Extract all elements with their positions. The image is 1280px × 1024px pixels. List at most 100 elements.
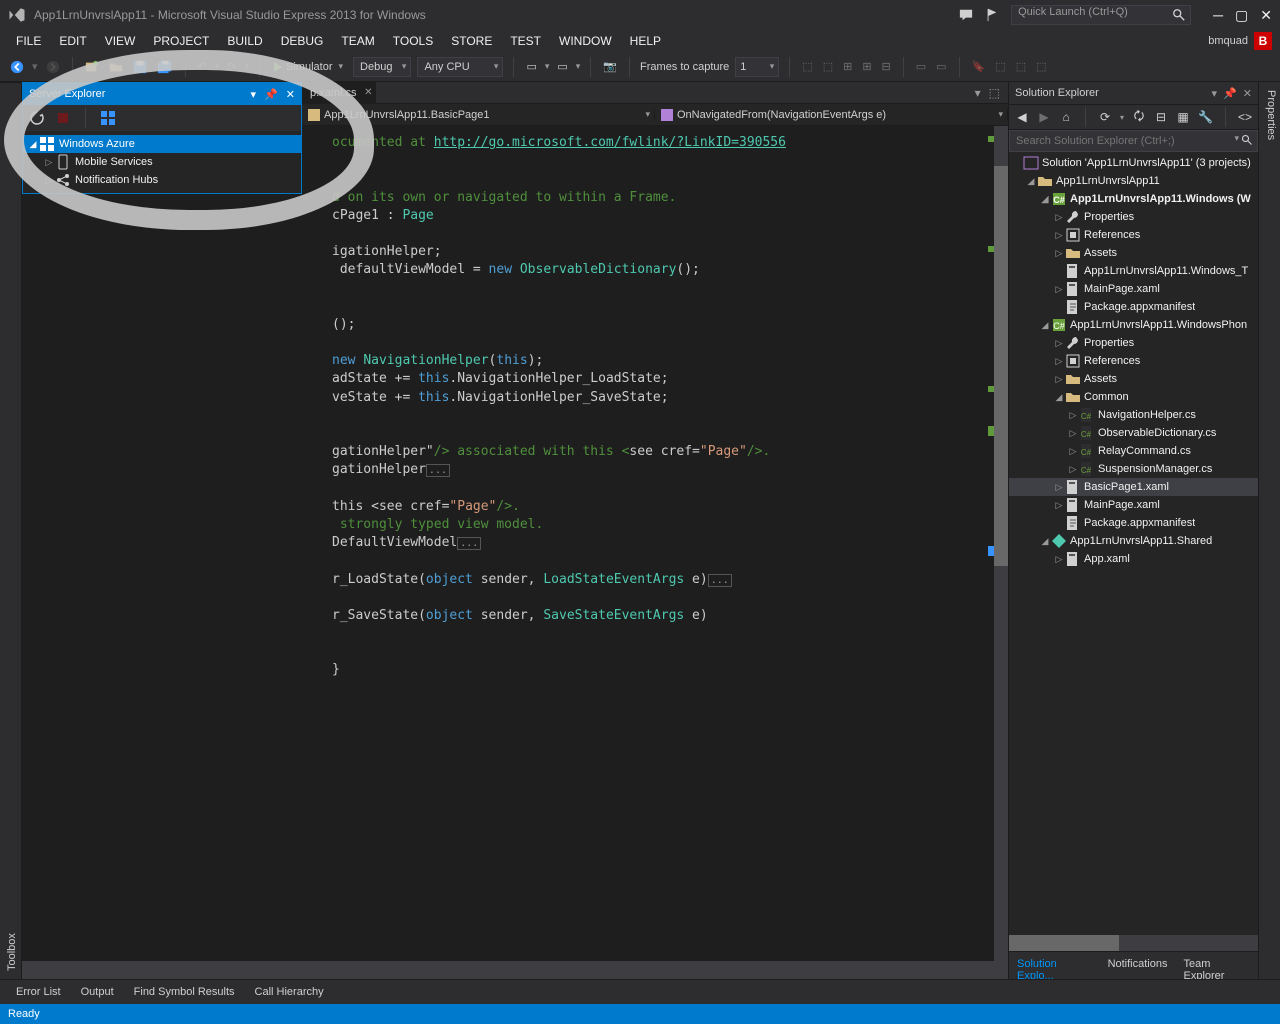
- maximize-button[interactable]: ▢: [1235, 7, 1248, 24]
- solution-item[interactable]: ▷C#RelayCommand.cs: [1009, 442, 1258, 460]
- refresh-icon[interactable]: 🗘: [1132, 109, 1146, 125]
- close-icon[interactable]: ✕: [286, 88, 295, 101]
- solution-item[interactable]: Package.appxmanifest: [1009, 298, 1258, 316]
- menu-debug[interactable]: DEBUG: [273, 32, 332, 50]
- save-all-icon[interactable]: [155, 58, 175, 76]
- preview-icon[interactable]: <>: [1238, 109, 1252, 125]
- solution-item[interactable]: ◢App1LrnUnvrslApp11.Shared: [1009, 532, 1258, 550]
- menu-file[interactable]: FILE: [8, 32, 49, 50]
- tree-item[interactable]: ▷Mobile Services: [23, 153, 301, 171]
- toolbox-tab[interactable]: Toolbox: [3, 82, 21, 979]
- solution-item[interactable]: ▷C#NavigationHelper.cs: [1009, 406, 1258, 424]
- back-icon[interactable]: ◀: [1015, 109, 1029, 125]
- solution-search[interactable]: ▾: [1009, 130, 1258, 152]
- panel-title-bar[interactable]: Server Explorer ▾ 📌 ✕: [23, 83, 301, 105]
- code-editor[interactable]: ocumented at http://go.microsoft.com/fwl…: [22, 126, 1008, 961]
- menu-help[interactable]: HELP: [622, 32, 669, 50]
- menu-test[interactable]: TEST: [502, 32, 549, 50]
- device-icon[interactable]: ▭: [524, 58, 538, 75]
- solution-item[interactable]: ▷Properties: [1009, 208, 1258, 226]
- solution-item[interactable]: ▷Assets: [1009, 244, 1258, 262]
- close-icon[interactable]: ✕: [1243, 87, 1252, 100]
- forward-icon[interactable]: ▶: [1037, 109, 1051, 125]
- pin-icon[interactable]: 📌: [1223, 87, 1237, 100]
- properties-tab[interactable]: Properties: [1262, 82, 1280, 979]
- output-tab[interactable]: Output: [73, 982, 122, 1002]
- properties-icon[interactable]: 🔧: [1198, 109, 1213, 125]
- collapse-icon[interactable]: ⊟: [1154, 109, 1168, 125]
- solution-item[interactable]: ▷C#ObservableDictionary.cs: [1009, 424, 1258, 442]
- menu-window[interactable]: WINDOW: [551, 32, 620, 50]
- solution-title-bar[interactable]: Solution Explorer ▾ 📌 ✕: [1009, 82, 1258, 104]
- panel-dropdown-icon[interactable]: ▾: [251, 88, 257, 101]
- horizontal-scrollbar[interactable]: [22, 961, 1008, 979]
- step-icon[interactable]: ▭: [555, 58, 569, 75]
- server-explorer-tab[interactable]: Server Explorer: [0, 82, 3, 979]
- output-tab[interactable]: Call Hierarchy: [247, 982, 332, 1002]
- search-dropdown-icon[interactable]: ▾: [1234, 133, 1239, 144]
- quick-launch-input[interactable]: Quick Launch (Ctrl+Q): [1011, 5, 1191, 25]
- menu-store[interactable]: STORE: [443, 32, 500, 50]
- solution-item[interactable]: ◢C#App1LrnUnvrslApp11.WindowsPhon: [1009, 316, 1258, 334]
- open-file-icon[interactable]: [107, 58, 125, 76]
- solution-item[interactable]: Solution 'App1LrnUnvrslApp11' (3 project…: [1009, 154, 1258, 172]
- solution-tab[interactable]: Team Explorer: [1175, 952, 1258, 979]
- solution-item[interactable]: ▷MainPage.xaml: [1009, 280, 1258, 298]
- redo-icon[interactable]: ↷: [225, 58, 238, 75]
- output-tab[interactable]: Error List: [8, 982, 69, 1002]
- solution-item[interactable]: ▷References: [1009, 226, 1258, 244]
- solution-item[interactable]: ▷BasicPage1.xaml: [1009, 478, 1258, 496]
- user-account[interactable]: bmquad B: [1208, 32, 1272, 50]
- solution-item[interactable]: ◢App1LrnUnvrslApp11: [1009, 172, 1258, 190]
- close-tab-icon[interactable]: ✕: [364, 87, 372, 98]
- solution-search-input[interactable]: [1010, 131, 1257, 151]
- close-button[interactable]: ✕: [1260, 7, 1272, 24]
- solution-item[interactable]: Package.appxmanifest: [1009, 514, 1258, 532]
- panel-dropdown-icon[interactable]: ▾: [1212, 87, 1218, 100]
- menu-build[interactable]: BUILD: [219, 32, 270, 50]
- pin-icon[interactable]: 📌: [264, 88, 278, 101]
- azure-icon[interactable]: [100, 110, 116, 126]
- menu-project[interactable]: PROJECT: [145, 32, 217, 50]
- solution-item[interactable]: ▷References: [1009, 352, 1258, 370]
- tree-item[interactable]: ▷Notification Hubs: [23, 171, 301, 189]
- solution-item[interactable]: ▷Assets: [1009, 370, 1258, 388]
- platform-combo[interactable]: Any CPU: [417, 57, 503, 77]
- home-icon[interactable]: ⌂: [1059, 109, 1073, 125]
- flag-icon[interactable]: [985, 8, 999, 22]
- solution-tab[interactable]: Solution Explo...: [1009, 952, 1100, 979]
- solution-item[interactable]: ▷App.xaml: [1009, 550, 1258, 568]
- nav-back-button[interactable]: [8, 58, 26, 76]
- refresh-icon[interactable]: [29, 110, 45, 126]
- frames-input[interactable]: 1: [735, 57, 779, 77]
- tab-dropdown-icon[interactable]: ▾: [975, 86, 981, 100]
- minimize-button[interactable]: ─: [1213, 7, 1223, 24]
- capture-icon[interactable]: 📷: [601, 58, 619, 75]
- menu-team[interactable]: TEAM: [333, 32, 382, 50]
- solution-item[interactable]: ▷MainPage.xaml: [1009, 496, 1258, 514]
- show-all-icon[interactable]: ▦: [1176, 109, 1190, 125]
- tree-item[interactable]: ◢Windows Azure: [23, 135, 301, 153]
- feedback-icon[interactable]: [959, 8, 973, 22]
- solution-item[interactable]: ▷Properties: [1009, 334, 1258, 352]
- member-combo[interactable]: OnNavigatedFrom(NavigationEventArgs e): [655, 109, 1008, 121]
- start-debug-button[interactable]: Simulator ▾: [270, 60, 347, 74]
- vertical-scroll-thumb[interactable]: [994, 166, 1008, 566]
- solution-item[interactable]: ◢C#App1LrnUnvrslApp11.Windows (W: [1009, 190, 1258, 208]
- solution-item[interactable]: ◢Common: [1009, 388, 1258, 406]
- undo-icon[interactable]: ↶: [196, 58, 209, 75]
- solution-link-icon[interactable]: ⬚: [989, 86, 1000, 100]
- document-tab[interactable]: p.xaml.cs ✕: [302, 82, 376, 104]
- config-combo[interactable]: Debug: [353, 57, 411, 77]
- solution-item[interactable]: ▷C#SuspensionManager.cs: [1009, 460, 1258, 478]
- solution-tab[interactable]: Notifications: [1100, 952, 1176, 979]
- save-icon[interactable]: [131, 58, 149, 76]
- menu-edit[interactable]: EDIT: [51, 32, 94, 50]
- menu-tools[interactable]: TOOLS: [385, 32, 441, 50]
- output-tab[interactable]: Find Symbol Results: [126, 982, 243, 1002]
- new-project-icon[interactable]: [83, 58, 101, 76]
- solution-item[interactable]: App1LrnUnvrslApp11.Windows_T: [1009, 262, 1258, 280]
- type-combo[interactable]: App1LrnUnvrslApp11.BasicPage1: [302, 109, 655, 121]
- solution-hscroll[interactable]: [1009, 935, 1258, 951]
- menu-view[interactable]: VIEW: [97, 32, 144, 50]
